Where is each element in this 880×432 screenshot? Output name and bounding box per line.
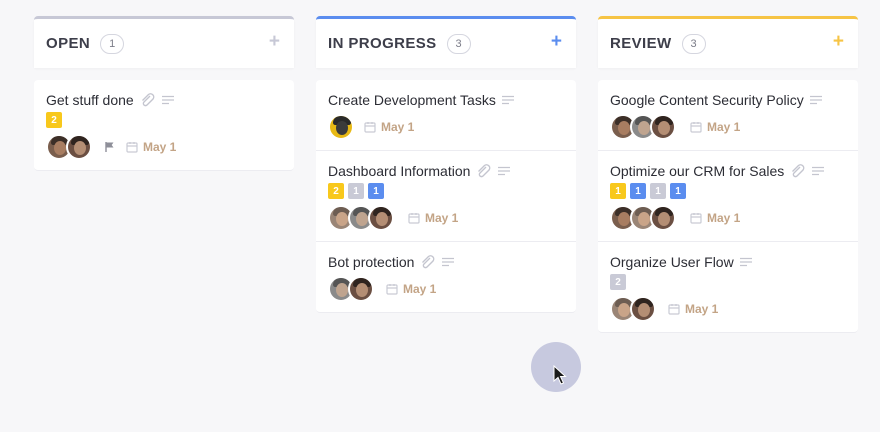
task-card[interactable]: Bot protection May 1 [316, 242, 576, 313]
column-title: IN PROGRESS [328, 35, 437, 52]
task-title: Create Development Tasks [328, 92, 496, 108]
column-review: REVIEW 3 + Google Content Security Polic… [598, 16, 858, 333]
due-date-label: May 1 [707, 211, 741, 225]
due-date[interactable]: May 1 [668, 302, 718, 316]
badge: 1 [368, 183, 384, 199]
avatar [630, 296, 656, 322]
description-lines-icon [501, 95, 514, 105]
paperclip-icon [140, 93, 156, 107]
due-date[interactable]: May 1 [690, 120, 740, 134]
calendar-icon [408, 212, 420, 224]
mouse-pointer-icon [553, 364, 567, 390]
avatar [348, 276, 374, 302]
assignees[interactable] [328, 276, 374, 302]
plus-icon[interactable]: + [833, 32, 844, 51]
due-date-label: May 1 [685, 302, 719, 316]
calendar-icon [668, 303, 680, 315]
column-open: OPEN 1 + Get stuff done 2 May 1 [34, 16, 294, 171]
task-title: Google Content Security Policy [610, 92, 804, 108]
due-date[interactable]: May 1 [408, 211, 458, 225]
avatar [650, 205, 676, 231]
badge: 1 [630, 183, 646, 199]
calendar-icon [690, 121, 702, 133]
plus-icon[interactable]: + [551, 32, 562, 51]
due-date-label: May 1 [707, 120, 741, 134]
description-lines-icon [442, 257, 455, 267]
description-lines-icon [809, 95, 822, 105]
avatar [368, 205, 394, 231]
task-title: Organize User Flow [610, 254, 734, 270]
paperclip-icon [790, 164, 806, 178]
due-date-label: May 1 [143, 140, 177, 154]
task-card[interactable]: Google Content Security Policy May 1 [598, 80, 858, 151]
task-title: Dashboard Information [328, 163, 471, 179]
column-header: REVIEW 3 + [598, 16, 858, 68]
due-date[interactable]: May 1 [690, 211, 740, 225]
column-title: REVIEW [610, 35, 672, 52]
badge: 1 [670, 183, 686, 199]
task-card[interactable]: Get stuff done 2 May 1 [34, 80, 294, 171]
badge: 2 [46, 112, 62, 128]
avatar [650, 114, 676, 140]
badge: 1 [650, 183, 666, 199]
assignees[interactable] [610, 205, 676, 231]
column-count: 3 [681, 33, 706, 54]
due-date-label: May 1 [425, 211, 459, 225]
task-card[interactable]: Organize User Flow 2 May 1 [598, 242, 858, 333]
task-card[interactable]: Optimize our CRM for Sales 1 1 1 1 May 1 [598, 151, 858, 242]
badge: 1 [610, 183, 626, 199]
description-lines-icon [161, 95, 174, 105]
badge: 2 [328, 183, 344, 199]
calendar-icon [690, 212, 702, 224]
due-date-label: May 1 [381, 120, 415, 134]
due-date[interactable]: May 1 [386, 282, 436, 296]
calendar-icon [126, 141, 138, 153]
badge: 1 [348, 183, 364, 199]
assignees[interactable] [46, 134, 92, 160]
paperclip-icon [476, 164, 492, 178]
assignees[interactable] [328, 114, 354, 140]
task-card[interactable]: Create Development Tasks May 1 [316, 80, 576, 151]
description-lines-icon [498, 166, 511, 176]
column-title: OPEN [46, 35, 91, 52]
column-count: 3 [446, 33, 471, 54]
badge: 2 [610, 274, 626, 290]
calendar-icon [386, 283, 398, 295]
due-date[interactable]: May 1 [364, 120, 414, 134]
assignees[interactable] [610, 296, 656, 322]
description-lines-icon [812, 166, 825, 176]
due-date-label: May 1 [403, 282, 437, 296]
column-header: OPEN 1 + [34, 16, 294, 68]
task-card[interactable]: Dashboard Information 2 1 1 May 1 [316, 151, 576, 242]
task-title: Bot protection [328, 254, 415, 270]
column-count: 1 [100, 33, 125, 54]
calendar-icon [364, 121, 376, 133]
avatar [328, 114, 354, 140]
assignees[interactable] [610, 114, 676, 140]
plus-icon[interactable]: + [269, 32, 280, 51]
description-lines-icon [739, 257, 752, 267]
due-date[interactable]: May 1 [126, 140, 176, 154]
task-title: Optimize our CRM for Sales [610, 163, 785, 179]
assignees[interactable] [328, 205, 394, 231]
column-in-progress: IN PROGRESS 3 + Create Development Tasks… [316, 16, 576, 313]
flag-icon[interactable] [104, 141, 116, 153]
task-title: Get stuff done [46, 92, 134, 108]
paperclip-icon [420, 255, 436, 269]
avatar [66, 134, 92, 160]
column-header: IN PROGRESS 3 + [316, 16, 576, 68]
